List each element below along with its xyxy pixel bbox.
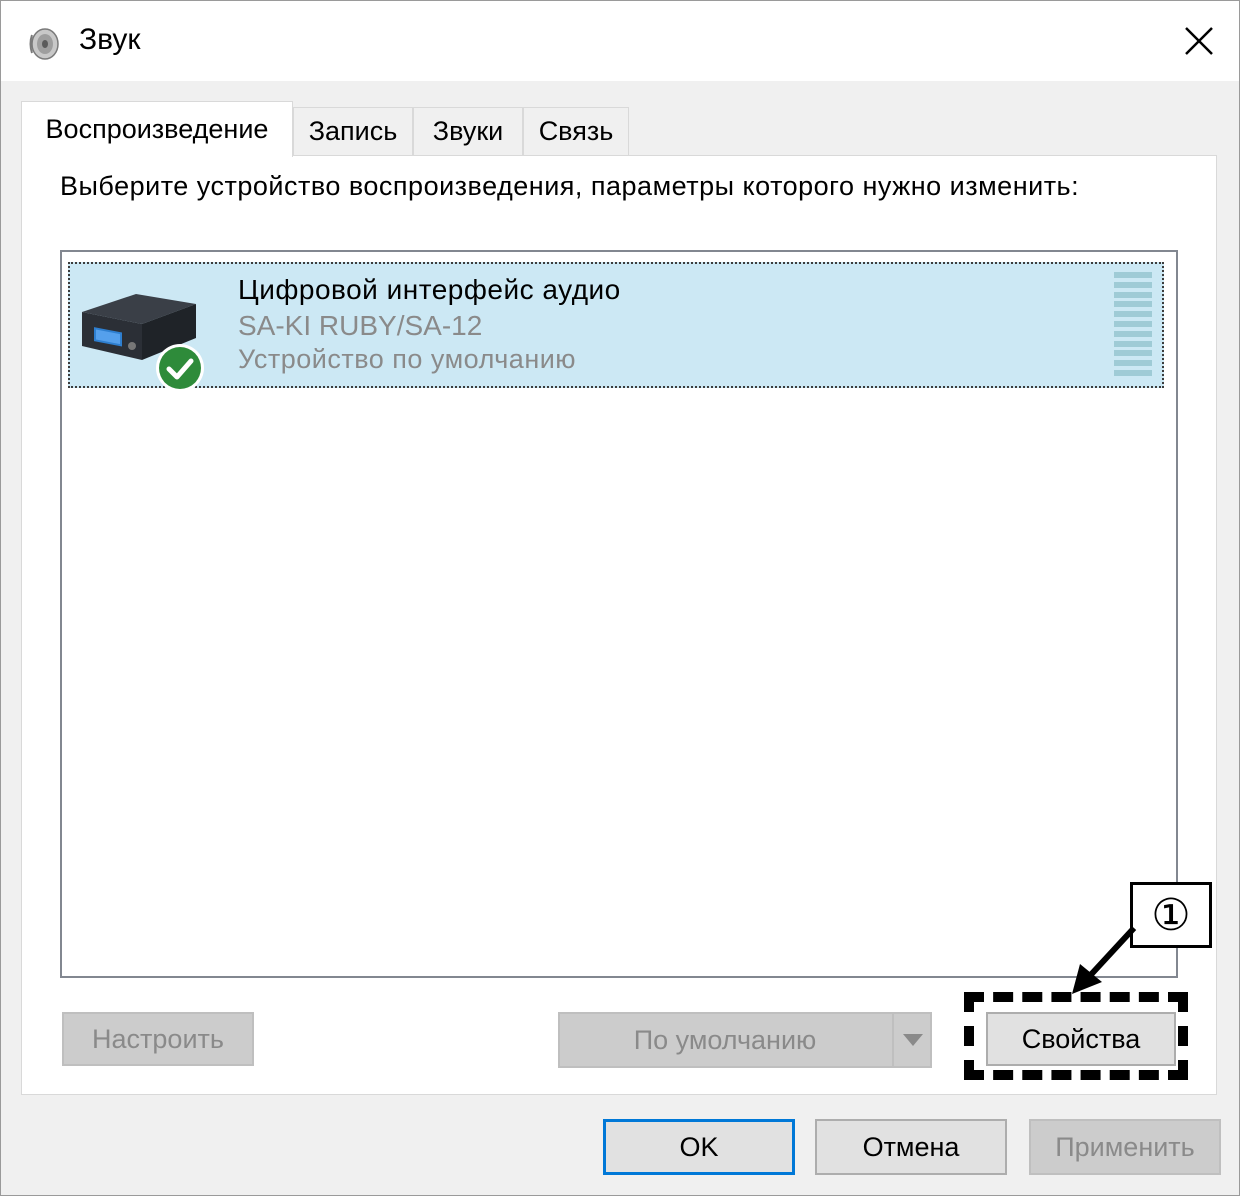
level-bar [1114,301,1152,308]
volume-level-meter [1114,272,1152,376]
tab-strip: Воспроизведение Запись Звуки Связь [21,101,1221,157]
device-item[interactable]: Цифровой интерфейс аудио SA-KI RUBY/SA-1… [68,262,1164,392]
set-default-dropdown[interactable] [892,1014,932,1066]
instruction-text: Выберите устройство воспроизведения, пар… [60,171,1080,201]
cancel-button[interactable]: Отмена [815,1119,1007,1175]
close-icon [1185,27,1213,55]
level-bar [1114,360,1152,367]
tab-communications[interactable]: Связь [523,107,629,155]
device-list[interactable]: Цифровой интерфейс аудио SA-KI RUBY/SA-1… [60,250,1178,978]
close-button[interactable] [1165,13,1233,69]
window-title: Звук [79,23,141,56]
playback-panel: Выберите устройство воспроизведения, пар… [21,155,1217,1095]
configure-button[interactable]: Настроить [62,1012,254,1066]
default-checkmark-icon [156,344,204,392]
apply-button[interactable]: Применить [1029,1119,1221,1175]
set-default-button[interactable]: По умолчанию [558,1012,932,1068]
level-bar [1114,291,1152,298]
level-bar [1114,330,1152,337]
device-model: SA-KI RUBY/SA-12 [238,310,483,341]
level-bar [1114,272,1152,278]
level-bar [1114,320,1152,327]
set-default-label: По умолчанию [633,1024,817,1055]
ok-button[interactable]: OK [603,1119,795,1175]
level-bar [1114,281,1152,288]
callout-arrow-icon [1072,925,1137,994]
level-bar [1114,340,1152,347]
level-bar [1114,350,1152,357]
properties-highlight-box [964,992,1188,1080]
level-bar [1114,369,1152,376]
tab-sounds[interactable]: Звуки [413,107,523,155]
speaker-icon [29,28,59,60]
level-bar [1114,311,1152,318]
title-bar: Звук [1,1,1239,81]
tab-recording[interactable]: Запись [293,107,413,155]
device-status: Устройство по умолчанию [238,344,577,374]
tab-playback[interactable]: Воспроизведение [21,101,293,157]
dropdown-arrow-icon [903,1034,923,1046]
device-name: Цифровой интерфейс аудио [238,274,621,305]
